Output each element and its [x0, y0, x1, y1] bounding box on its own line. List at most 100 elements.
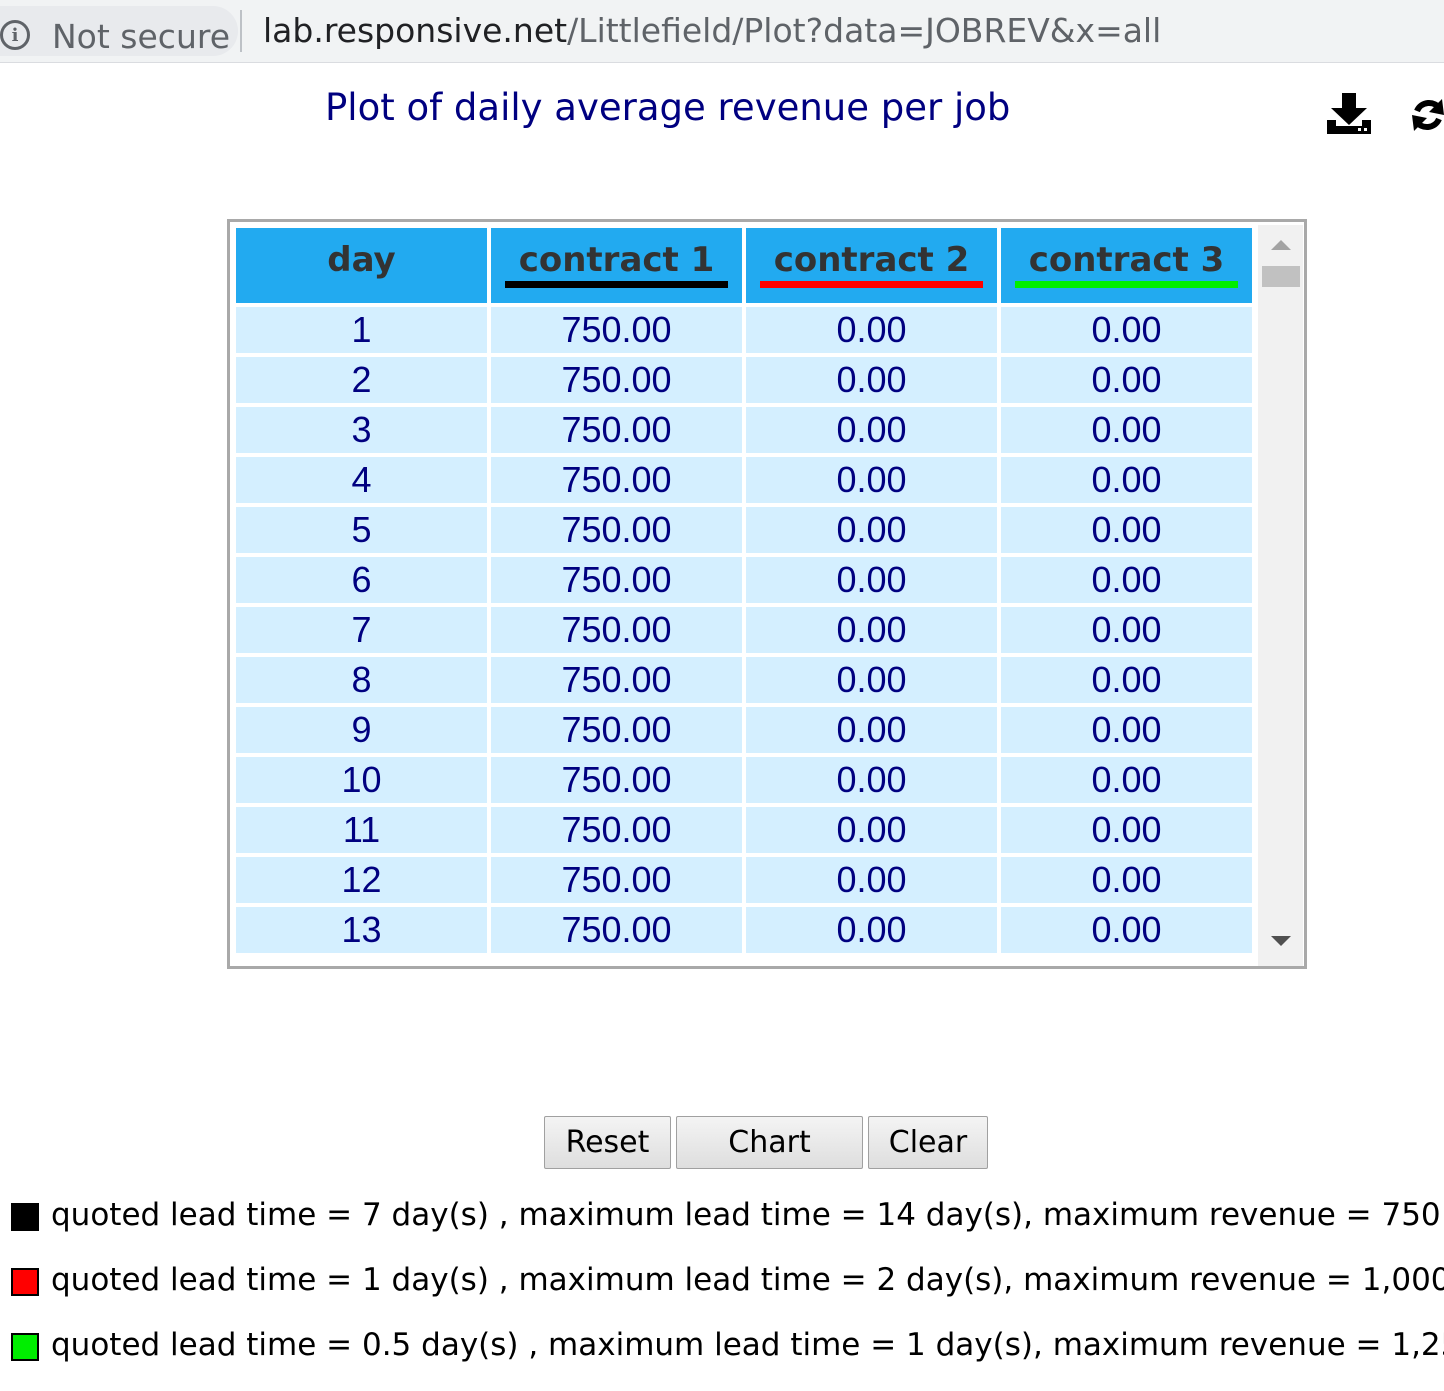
cell-contract-2: 0.00 — [746, 507, 997, 553]
scroll-up-arrow-icon[interactable] — [1271, 240, 1291, 250]
cell-contract-3: 0.00 — [1001, 707, 1252, 753]
address-divider — [240, 10, 242, 52]
cell-contract-3: 0.00 — [1001, 507, 1252, 553]
cell-day: 7 — [236, 607, 487, 653]
cell-day: 4 — [236, 457, 487, 503]
cell-contract-1: 750.00 — [491, 607, 742, 653]
info-icon: i — [0, 20, 30, 50]
cell-contract-2: 0.00 — [746, 407, 997, 453]
cell-contract-2: 0.00 — [746, 857, 997, 903]
cell-day: 1 — [236, 307, 487, 353]
cell-contract-1: 750.00 — [491, 457, 742, 503]
cell-contract-3: 0.00 — [1001, 557, 1252, 603]
url-text[interactable]: lab.responsive.net/Littlefield/Plot?data… — [263, 11, 1161, 50]
header-contract-2[interactable]: contract 2 — [746, 228, 997, 303]
table-row: 3 750.00 0.00 0.00 — [236, 407, 1252, 453]
cell-contract-1: 750.00 — [491, 657, 742, 703]
cell-contract-3: 0.00 — [1001, 457, 1252, 503]
cell-contract-2: 0.00 — [746, 557, 997, 603]
cell-day: 13 — [236, 907, 487, 953]
security-label: Not secure — [52, 17, 231, 56]
table-row: 12 750.00 0.00 0.00 — [236, 857, 1252, 903]
series-line-contract-2 — [760, 281, 983, 288]
legend-text: quoted lead time = 0.5 day(s) , maximum … — [51, 1327, 1444, 1363]
table-row: 7 750.00 0.00 0.00 — [236, 607, 1252, 653]
cell-contract-1: 750.00 — [491, 707, 742, 753]
url-host: lab.responsive.net — [263, 11, 568, 50]
cell-contract-2: 0.00 — [746, 907, 997, 953]
clear-button[interactable]: Clear — [868, 1116, 988, 1169]
cell-contract-1: 750.00 — [491, 507, 742, 553]
cell-contract-3: 0.00 — [1001, 357, 1252, 403]
cell-day: 5 — [236, 507, 487, 553]
legend-swatch — [11, 1203, 39, 1231]
cell-day: 12 — [236, 857, 487, 903]
table-row: 10 750.00 0.00 0.00 — [236, 757, 1252, 803]
cell-contract-3: 0.00 — [1001, 607, 1252, 653]
table-row: 11 750.00 0.00 0.00 — [236, 807, 1252, 853]
cell-day: 6 — [236, 557, 487, 603]
cell-day: 9 — [236, 707, 487, 753]
cell-contract-3: 0.00 — [1001, 307, 1252, 353]
cell-contract-3: 0.00 — [1001, 407, 1252, 453]
header-contract-1[interactable]: contract 1 — [491, 228, 742, 303]
cell-contract-1: 750.00 — [491, 407, 742, 453]
download-icon[interactable] — [1326, 93, 1372, 135]
cell-day: 11 — [236, 807, 487, 853]
table-row: 2 750.00 0.00 0.00 — [236, 357, 1252, 403]
header-day[interactable]: day — [236, 228, 487, 303]
cell-contract-1: 750.00 — [491, 357, 742, 403]
table-row: 13 750.00 0.00 0.00 — [236, 907, 1252, 953]
cell-contract-3: 0.00 — [1001, 807, 1252, 853]
series-line-contract-3 — [1015, 281, 1238, 288]
table-row: 1 750.00 0.00 0.00 — [236, 307, 1252, 353]
header-label: day — [327, 239, 396, 280]
table-header-row: day contract 1 contract 2 contract 3 — [236, 228, 1252, 303]
table-row: 9 750.00 0.00 0.00 — [236, 707, 1252, 753]
cell-contract-2: 0.00 — [746, 607, 997, 653]
legend-text: quoted lead time = 7 day(s) , maximum le… — [51, 1197, 1441, 1233]
reset-button[interactable]: Reset — [544, 1116, 671, 1169]
cell-contract-2: 0.00 — [746, 757, 997, 803]
cell-contract-2: 0.00 — [746, 807, 997, 853]
cell-contract-1: 750.00 — [491, 907, 742, 953]
cell-contract-2: 0.00 — [746, 457, 997, 503]
page-title: Plot of daily average revenue per job — [325, 86, 1011, 129]
cell-contract-1: 750.00 — [491, 807, 742, 853]
cell-contract-3: 0.00 — [1001, 907, 1252, 953]
cell-contract-2: 0.00 — [746, 357, 997, 403]
legend-swatch — [11, 1333, 39, 1361]
cell-contract-1: 750.00 — [491, 857, 742, 903]
legend-swatch — [11, 1268, 39, 1296]
cell-contract-3: 0.00 — [1001, 757, 1252, 803]
scroll-down-arrow-icon[interactable] — [1271, 936, 1291, 946]
revenue-table: day contract 1 contract 2 contract 3 1 7… — [236, 228, 1256, 957]
scroll-thumb[interactable] — [1262, 266, 1300, 287]
cell-contract-3: 0.00 — [1001, 857, 1252, 903]
url-path: /Littlefield/Plot?data=JOBREV&x=all — [567, 11, 1162, 50]
table-body: 1 750.00 0.00 0.00 2 750.00 0.00 0.00 3 750.00 0.0… — [236, 307, 1252, 953]
cell-contract-1: 750.00 — [491, 757, 742, 803]
cell-contract-3: 0.00 — [1001, 657, 1252, 703]
table-row: 6 750.00 0.00 0.00 — [236, 557, 1252, 603]
refresh-icon[interactable] — [1412, 97, 1444, 133]
header-contract-3[interactable]: contract 3 — [1001, 228, 1252, 303]
legend-text: quoted lead time = 1 day(s) , maximum le… — [51, 1262, 1444, 1298]
cell-day: 8 — [236, 657, 487, 703]
table-row: 4 750.00 0.00 0.00 — [236, 457, 1252, 503]
security-indicator[interactable]: i Not secure — [0, 6, 238, 56]
cell-contract-2: 0.00 — [746, 657, 997, 703]
cell-day: 2 — [236, 357, 487, 403]
cell-contract-2: 0.00 — [746, 707, 997, 753]
cell-day: 3 — [236, 407, 487, 453]
chart-button[interactable]: Chart — [676, 1116, 863, 1169]
cell-contract-1: 750.00 — [491, 557, 742, 603]
table-row: 5 750.00 0.00 0.00 — [236, 507, 1252, 553]
cell-contract-1: 750.00 — [491, 307, 742, 353]
cell-day: 10 — [236, 757, 487, 803]
table-viewport[interactable]: day contract 1 contract 2 contract 3 1 7… — [236, 228, 1256, 966]
data-table-frame: day contract 1 contract 2 contract 3 1 7… — [227, 219, 1307, 969]
series-line-contract-1 — [505, 281, 728, 288]
address-bar[interactable]: i Not secure lab.responsive.net/Littlefi… — [0, 0, 1444, 63]
table-scrollbar[interactable] — [1258, 225, 1303, 966]
